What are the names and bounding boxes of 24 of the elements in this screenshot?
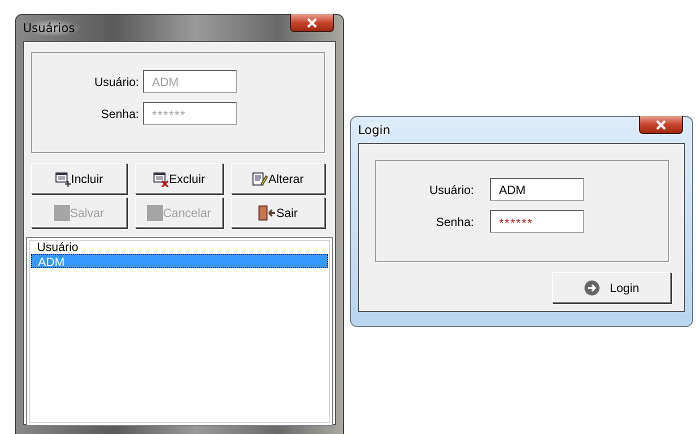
table-add-icon [54,170,71,186]
action-button[interactable]: Incluir [31,163,127,194]
edit-icon [252,170,268,186]
close-button[interactable] [639,116,683,134]
password-field[interactable]: ****** [490,210,584,233]
field-label: Senha: [434,214,475,228]
close-icon [306,18,318,28]
close-button[interactable] [290,14,334,32]
action-button[interactable]: Excluir [135,163,223,194]
close-icon [655,120,667,130]
action-button[interactable]: Sair [231,197,325,228]
field-label: Senha: [100,106,140,120]
blank-icon [146,204,163,220]
login-button[interactable]: Login [552,272,671,303]
column-header: Usuário [36,241,80,254]
table-delete-icon [152,170,169,186]
field-label: Usuário: [428,182,475,196]
input-field[interactable]: ADM [490,178,584,201]
action-button[interactable]: Alterar [231,163,325,194]
arrow-circle-icon [584,280,600,296]
door-exit-icon [258,204,276,220]
window-title: Usuários [23,19,81,37]
blank-icon [54,204,70,220]
field-label: Usuário: [93,74,140,88]
